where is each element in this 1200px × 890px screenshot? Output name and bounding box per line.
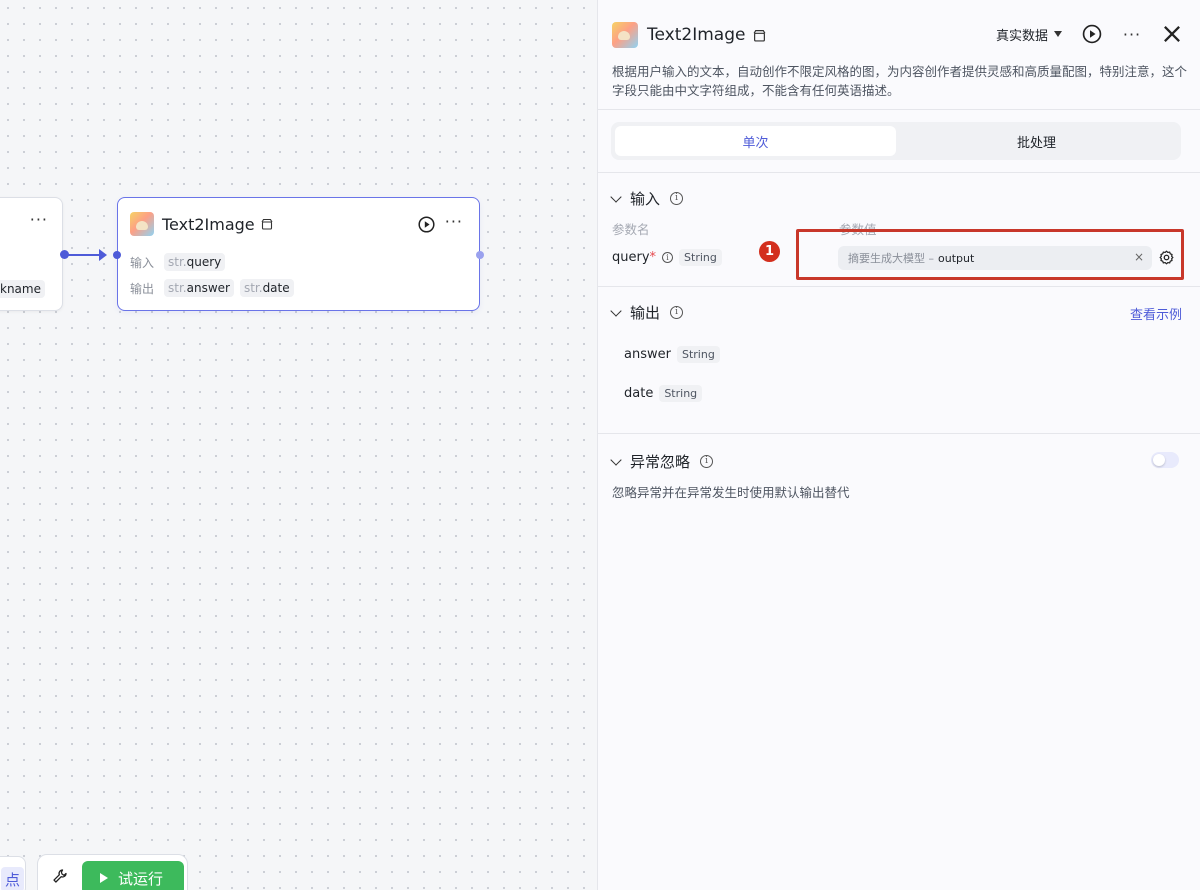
info-icon[interactable]: i [670, 306, 684, 319]
chevron-down-icon[interactable] [610, 304, 622, 317]
type-prefix: str. [243, 281, 263, 295]
store-icon [261, 218, 273, 230]
param-row-query: query* i String [612, 249, 722, 266]
plugin-thumbnail [612, 22, 638, 48]
value-source-label: 摘要生成大模型 – [848, 252, 934, 265]
plugin-thumbnail [130, 212, 154, 236]
test-run-label: 试运行 [118, 869, 164, 888]
test-run-button[interactable]: 试运行 [82, 861, 184, 890]
view-example-link[interactable]: 查看示例 [1130, 304, 1182, 323]
divider [598, 109, 1200, 110]
ignore-exception-toggle[interactable] [1151, 452, 1179, 468]
upstream-output-name: kname [0, 282, 41, 296]
divider [598, 286, 1200, 287]
caret-down-icon [1054, 31, 1062, 37]
chevron-down-icon[interactable] [610, 453, 622, 466]
clear-icon[interactable]: × [1134, 250, 1144, 264]
tab-batch[interactable]: 批处理 [896, 126, 1177, 156]
info-icon[interactable]: i [700, 455, 714, 468]
output-type-tag: String [659, 385, 703, 402]
type-prefix: str. [168, 255, 187, 269]
type-prefix: str. [168, 281, 187, 295]
node-title: Text2Image [162, 214, 255, 234]
wrench-icon[interactable] [52, 868, 68, 884]
output-type-tag: String [676, 346, 720, 363]
chevron-down-icon[interactable] [610, 190, 622, 203]
run-node-icon[interactable] [418, 216, 435, 233]
node-output-tag: str.answer [164, 279, 234, 297]
input-name: query [186, 255, 222, 269]
ignore-section-header[interactable]: 异常忽略 i [610, 451, 714, 472]
store-icon [754, 29, 766, 42]
node-output-tag: str.date [239, 279, 294, 297]
output-section-header[interactable]: 输出 i [610, 302, 684, 323]
tab-single[interactable]: 单次 [615, 126, 896, 156]
ignore-description: 忽略异常并在异常发生时使用默认输出替代 [612, 485, 850, 500]
output-name: answer [624, 347, 671, 362]
output-name: answer [186, 281, 230, 295]
annotation-badge: 1 [759, 241, 780, 262]
input-section-title: 输入 [630, 190, 661, 208]
panel-description: 根据用户输入的文本，自动创作不限定风格的图，为内容创作者提供灵感和高质量配图，特… [612, 64, 1188, 98]
ignore-section-title: 异常忽略 [630, 453, 691, 471]
run-icon[interactable] [1082, 24, 1102, 44]
output-item: answer String [624, 346, 720, 363]
param-name-text: query [612, 250, 650, 265]
param-name-column-label: 参数名 [612, 222, 650, 237]
divider [598, 433, 1200, 434]
add-node-label: 点 [1, 867, 25, 890]
node-input-row: 输入 str.query [130, 253, 226, 271]
add-node-button[interactable]: 点 [0, 856, 26, 890]
param-type-tag: String [679, 249, 722, 266]
node-more-icon[interactable]: ··· [445, 212, 463, 231]
output-name: date [262, 281, 290, 295]
node-input-tag: str.query [164, 253, 226, 271]
mode-tabs: 单次 批处理 [611, 122, 1181, 160]
data-mode-label: 真实数据 [995, 28, 1048, 44]
close-icon[interactable] [1162, 24, 1182, 44]
value-field-name: output [938, 251, 975, 265]
info-icon[interactable]: i [662, 252, 674, 263]
output-name: date [624, 386, 654, 401]
edge-arrow-icon [99, 249, 107, 261]
play-icon [100, 873, 108, 883]
info-icon[interactable]: i [670, 192, 684, 205]
input-section-header[interactable]: 输入 i [610, 188, 684, 209]
param-name: query* [612, 250, 656, 265]
node-input-label: 输入 [130, 255, 155, 270]
bottom-toolbar: 试运行 [37, 854, 188, 890]
param-value-field[interactable]: 摘要生成大模型 – output × [838, 246, 1152, 270]
more-icon[interactable]: ··· [30, 210, 48, 229]
data-mode-select[interactable]: 真实数据 [996, 25, 1062, 44]
upstream-output-tag: kname [0, 280, 45, 298]
text2image-node[interactable]: Text2Image ··· 输入 str.query 输出 str.answe… [117, 197, 480, 311]
node-input-port[interactable] [113, 251, 121, 259]
node-output-port[interactable] [476, 251, 484, 259]
node-output-row: 输出 str.answer str.date [130, 279, 294, 297]
node-config-panel: Text2Image 真实数据 ··· 根据用户输入的文本，自动创作不限定风格的… [597, 0, 1200, 890]
panel-title: Text2Image [647, 25, 746, 45]
gear-icon[interactable] [1159, 250, 1174, 265]
output-item: date String [624, 385, 703, 402]
node-output-label: 输出 [130, 281, 155, 296]
more-icon[interactable]: ··· [1122, 24, 1142, 44]
required-mark: * [649, 250, 657, 265]
divider [598, 172, 1200, 173]
output-section-title: 输出 [630, 304, 661, 322]
